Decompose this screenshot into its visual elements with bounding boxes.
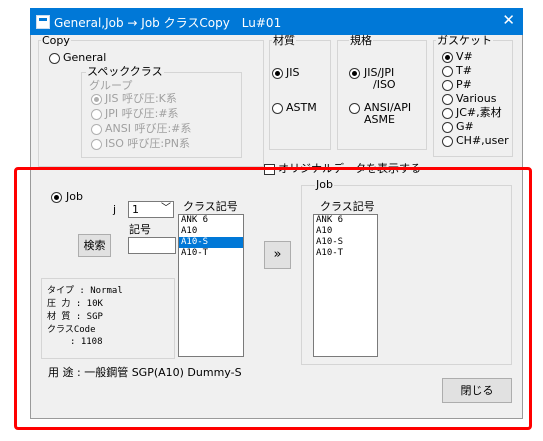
jpi-pressure-radio[interactable] (91, 109, 102, 120)
target-class-list[interactable]: ANK 6 A10 A10-S A10-T (313, 214, 378, 357)
list-item[interactable]: A10-S (314, 237, 377, 248)
jis-pressure-label: JIS 呼び圧:K系 (105, 92, 177, 105)
general-radio[interactable] (49, 53, 60, 64)
spec-class-label: スペッククラス (86, 65, 164, 78)
gasket-various-radio[interactable] (442, 94, 453, 105)
gasket-v-label: V# (456, 50, 473, 63)
standard-ansi-label-2: ASME (364, 113, 395, 126)
list-item[interactable]: A10 (314, 226, 377, 237)
jpi-pressure-label: JPI 呼び圧:#系 (105, 107, 179, 120)
title-bar: General,Job → Job クラスCopy Lu#01 ✕ (30, 8, 523, 35)
standard-jis-label-2: /ISO (373, 78, 396, 91)
chevron-down-icon: ﹀ (161, 203, 171, 214)
info-pressure: 圧 力 : 10K (47, 299, 103, 309)
source-class-list[interactable]: ANK 6 A10 A10-S A10-T (178, 214, 244, 357)
show-original-checkbox[interactable] (264, 164, 275, 175)
search-button[interactable]: 検索 (78, 234, 111, 257)
gasket-group-label: ガスケット (436, 34, 493, 47)
gasket-p-label: P# (456, 78, 472, 91)
target-class-header: クラス記号 (320, 200, 375, 213)
group-label: グループ (89, 79, 133, 92)
iso-pressure-radio[interactable] (91, 139, 102, 150)
list-item[interactable]: ANK 6 (314, 215, 377, 226)
material-jis-radio[interactable] (272, 68, 283, 79)
gasket-t-label: T# (456, 64, 472, 77)
gasket-various-label: Various (456, 92, 497, 105)
ansi-pressure-radio[interactable] (91, 124, 102, 135)
gasket-ch-radio[interactable] (442, 136, 453, 147)
copy-group-label: Copy (41, 34, 71, 47)
standard-group-label: 規格 (349, 34, 373, 47)
info-type: タイプ : Normal (47, 286, 123, 296)
ansi-pressure-label: ANSI 呼び圧:#系 (105, 122, 192, 135)
gasket-jc-label: JC#,素材 (456, 106, 502, 119)
material-jis-label: JIS (286, 66, 300, 79)
standard-jis-radio[interactable] (349, 68, 360, 79)
job-radio-label: Job (66, 190, 83, 203)
standard-ansi-radio[interactable] (349, 103, 360, 114)
gasket-ch-label: CH#,user (456, 134, 509, 147)
general-label: General (63, 51, 107, 64)
usage-text: 用 途 : 一般鋼管 SGP(A10) Dummy-S (48, 366, 242, 379)
j-select[interactable]: 1 ﹀ (128, 201, 174, 218)
job-target-label: Job (315, 178, 334, 191)
iso-pressure-label: ISO 呼び圧:PN系 (105, 137, 190, 150)
window-title: General,Job → Job クラスCopy Lu#01 (54, 16, 282, 30)
info-material: 材 質 : SGP (47, 312, 103, 322)
list-item[interactable]: A10-T (179, 248, 243, 259)
j-label: j (113, 203, 117, 216)
gasket-g-label: G# (456, 120, 474, 133)
list-item[interactable]: A10-T (314, 248, 377, 259)
list-item[interactable]: ANK 6 (179, 215, 243, 226)
j-select-value: 1 (132, 203, 139, 216)
gasket-g-radio[interactable] (442, 122, 453, 133)
show-original-label: オリジナルデータを表示する (278, 162, 421, 175)
job-radio[interactable] (51, 192, 62, 203)
symbol-input[interactable] (128, 237, 176, 254)
class-info-panel: タイプ : Normal 圧 力 : 10K 材 質 : SGP クラスCode… (41, 278, 175, 359)
gasket-t-radio[interactable] (442, 66, 453, 77)
class-symbol-header: クラス記号 (183, 200, 238, 213)
info-classcode-label: クラスCode (47, 325, 96, 335)
material-group (269, 40, 331, 150)
material-astm-radio[interactable] (272, 103, 283, 114)
gasket-jc-radio[interactable] (442, 108, 453, 119)
copy-arrow-button[interactable]: » (264, 241, 291, 269)
close-icon[interactable]: ✕ (502, 11, 515, 29)
dialog-body: Copy General スペッククラス グループ JIS 呼び圧:K系 JPI… (30, 35, 523, 419)
symbol-label: 記号 (129, 223, 151, 236)
material-astm-label: ASTM (286, 101, 317, 114)
list-item[interactable]: A10 (179, 226, 243, 237)
list-item-selected[interactable]: A10-S (179, 237, 243, 248)
standard-group (337, 40, 427, 150)
app-icon (36, 15, 50, 29)
gasket-v-radio[interactable] (442, 52, 453, 63)
close-button[interactable]: 閉じる (442, 378, 512, 403)
material-group-label: 材質 (272, 34, 296, 47)
jis-pressure-radio[interactable] (91, 94, 102, 105)
gasket-p-radio[interactable] (442, 80, 453, 91)
info-classcode-value: : 1108 (70, 337, 103, 347)
